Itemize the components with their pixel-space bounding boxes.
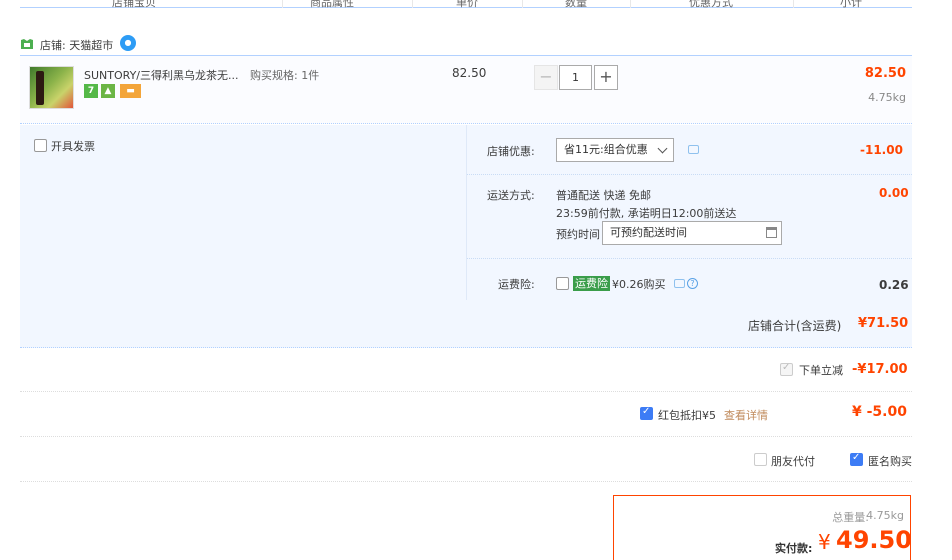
- friend-pay-label[interactable]: 朋友代付: [771, 453, 815, 469]
- col-unit-price: 单价: [456, 0, 478, 9]
- quantity-increase-button[interactable]: +: [594, 65, 618, 90]
- product-title[interactable]: SUNTORY/三得利黑乌龙茶无...: [84, 67, 244, 83]
- insurance-label: 运费险:: [498, 278, 535, 291]
- red-packet-details-link[interactable]: 查看详情: [724, 407, 768, 423]
- table-header: 店铺宝贝 商品属性 单价 数量 优惠方式 小计: [20, 0, 912, 9]
- col-quantity: 数量: [565, 0, 587, 9]
- total-weight-value: 4.75kg: [866, 509, 904, 522]
- quantity-decrease-button[interactable]: −: [534, 65, 558, 90]
- shipping-value: 0.00: [879, 186, 909, 200]
- shop-discount-value: -11.00: [860, 143, 903, 157]
- chevron-down-icon: [657, 143, 668, 154]
- message-icon[interactable]: [674, 279, 685, 288]
- order-discount-value: -¥17.00: [852, 362, 908, 377]
- currency-symbol: ¥: [818, 530, 831, 554]
- item-weight: 4.75kg: [868, 91, 906, 104]
- order-discount-label: 下单立减: [799, 364, 843, 377]
- shop-total-label: 店铺合计(含运费): [748, 319, 842, 333]
- product-spec: 购买规格: 1件: [250, 69, 320, 82]
- shop-discount-selected: 省11元:组合优惠: [564, 143, 648, 156]
- divider: [20, 436, 912, 437]
- insurance-tag: 运费险: [573, 276, 610, 291]
- 7-day-return-badge-icon: 7: [84, 84, 98, 98]
- insurance-price: ¥0.26购买: [612, 278, 666, 291]
- divider: [467, 174, 912, 175]
- divider: [20, 391, 912, 392]
- col-discount: 优惠方式: [689, 0, 733, 9]
- shipping-label: 运送方式:: [487, 189, 535, 202]
- item-subtotal: 82.50: [864, 66, 906, 81]
- header-separator: [793, 0, 794, 8]
- shipping-method: 普通配送 快递 免邮: [556, 189, 651, 202]
- quantity-input[interactable]: 1: [559, 65, 592, 90]
- header-separator: [522, 0, 523, 8]
- anonymous-checkbox[interactable]: [850, 452, 863, 466]
- red-packet-checkbox[interactable]: [640, 406, 653, 420]
- red-packet-value: ¥ -5.00: [852, 404, 907, 420]
- insurance-value: 0.26: [879, 278, 909, 292]
- service-badge-icon: ▲: [101, 84, 115, 98]
- message-icon[interactable]: [688, 145, 699, 154]
- unit-price: 82.50: [452, 66, 487, 80]
- shop-discount-label: 店铺优惠:: [487, 145, 535, 158]
- col-subtotal: 小计: [840, 0, 862, 9]
- invoice-label[interactable]: 开具发票: [51, 138, 95, 154]
- tmall-shop-icon: [21, 39, 33, 49]
- reserve-time-value: 可预约配送时间: [610, 226, 687, 239]
- amount-due-label: 实付款:: [775, 542, 813, 555]
- calendar-icon: [766, 227, 777, 238]
- col-shop-items: 店铺宝贝: [112, 0, 156, 9]
- card-payment-badge-icon: ▬: [120, 84, 141, 98]
- shop-total-value: ¥71.50: [858, 316, 909, 331]
- total-weight-label: 总重量:: [832, 511, 869, 524]
- red-packet-label[interactable]: 红包抵扣¥5: [658, 407, 716, 423]
- col-attributes: 商品属性: [310, 0, 354, 9]
- header-separator: [412, 0, 413, 8]
- reserve-time-input[interactable]: 可预约配送时间: [602, 221, 782, 245]
- reserve-time-label: 预约时间: [556, 228, 600, 241]
- help-icon[interactable]: ?: [687, 278, 698, 289]
- anonymous-label[interactable]: 匿名购买: [868, 453, 912, 469]
- product-thumbnail[interactable]: [29, 66, 74, 109]
- invoice-checkbox[interactable]: [34, 139, 47, 152]
- shop-name[interactable]: 店铺: 天猫超市: [40, 37, 113, 53]
- shop-discount-select[interactable]: 省11元:组合优惠: [556, 138, 674, 162]
- wangwang-chat-icon[interactable]: ●: [120, 35, 136, 51]
- divider: [20, 481, 912, 482]
- order-discount-checkbox: [780, 362, 793, 376]
- friend-pay-checkbox[interactable]: [754, 453, 767, 466]
- shipping-promise: 23:59前付款, 承诺明日12:00前送达: [556, 207, 737, 220]
- header-separator: [282, 0, 283, 8]
- header-separator: [630, 0, 631, 8]
- amount-due-value: 49.50: [836, 526, 912, 554]
- insurance-checkbox[interactable]: [556, 277, 569, 290]
- divider: [467, 258, 912, 259]
